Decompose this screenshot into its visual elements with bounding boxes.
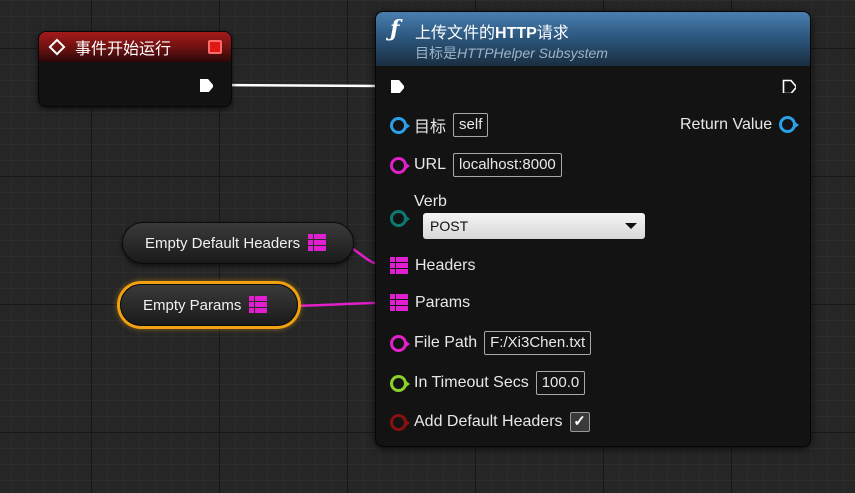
headers-label: Headers: [415, 257, 476, 274]
enum-pin-icon[interactable]: [390, 210, 410, 227]
exec-wire[interactable]: [215, 83, 394, 88]
empty-params-node[interactable]: Empty Params: [120, 284, 298, 326]
event-node-header[interactable]: 事件开始运行: [39, 32, 231, 62]
timeout-pin-row[interactable]: In Timeout Secs 100.0: [390, 371, 586, 395]
params-pin-row[interactable]: Params: [390, 294, 470, 312]
string-pin-icon[interactable]: [390, 334, 410, 352]
url-pin-row[interactable]: URL localhost:8000: [390, 153, 562, 177]
url-label: URL: [414, 156, 447, 173]
event-node-title: 事件开始运行: [75, 41, 172, 58]
add-default-headers-label: Add Default Headers: [414, 413, 563, 430]
empty-default-headers-label: Empty Default Headers: [145, 234, 301, 252]
object-pin-icon[interactable]: [390, 116, 410, 134]
map-pin-icon[interactable]: [390, 257, 408, 275]
return-value-label: Return Value: [680, 115, 773, 133]
target-value: self: [453, 113, 489, 137]
add-default-headers-pin-row[interactable]: Add Default Headers ✓: [390, 412, 590, 432]
function-node-header[interactable]: ƒ 上传文件的HTTP请求 目标是HTTPHelper Subsystem: [376, 12, 810, 66]
timeout-input[interactable]: 100.0: [535, 371, 586, 395]
empty-default-headers-node[interactable]: Empty Default Headers: [122, 222, 354, 264]
file-path-label: File Path: [414, 334, 478, 351]
object-pin-icon[interactable]: [779, 116, 800, 133]
map-pin-icon[interactable]: [308, 234, 327, 252]
verb-dropdown[interactable]: POST: [423, 213, 645, 239]
file-path-input[interactable]: F:/Xi3Chen.txt: [484, 331, 592, 355]
float-pin-icon[interactable]: [390, 374, 410, 392]
add-default-headers-checkbox[interactable]: ✓: [569, 412, 590, 432]
target-label: 目标: [414, 119, 447, 136]
upload-file-http-request-node[interactable]: ƒ 上传文件的HTTP请求 目标是HTTPHelper Subsystem 目标…: [375, 11, 811, 447]
headers-pin-row[interactable]: Headers: [390, 257, 475, 275]
url-input[interactable]: localhost:8000: [453, 153, 562, 177]
map-pin-icon[interactable]: [249, 296, 268, 314]
exec-out-icon[interactable]: [199, 78, 213, 92]
timeout-label: In Timeout Secs: [414, 374, 529, 391]
event-diamond-icon: [48, 38, 66, 56]
exec-in-icon[interactable]: [390, 79, 404, 93]
delegate-square-icon[interactable]: [208, 40, 222, 54]
return-value-pin-row[interactable]: Return Value: [680, 113, 800, 136]
string-pin-icon[interactable]: [390, 156, 410, 174]
file-path-pin-row[interactable]: File Path F:/Xi3Chen.txt: [390, 331, 592, 355]
verb-value: POST: [430, 218, 469, 234]
chevron-down-icon: [625, 223, 637, 229]
map-pin-icon[interactable]: [390, 294, 408, 312]
function-f-icon: ƒ: [390, 16, 400, 42]
target-pin-row[interactable]: 目标 self: [390, 113, 489, 137]
function-node-title: 上传文件的HTTP请求: [415, 25, 569, 42]
function-node-subtitle: 目标是HTTPHelper Subsystem: [415, 45, 608, 61]
verb-pin-label-row: Verb: [390, 193, 447, 211]
event-begin-play-node[interactable]: 事件开始运行: [38, 31, 232, 107]
bool-pin-icon[interactable]: [390, 413, 410, 431]
empty-params-label: Empty Params: [143, 296, 242, 314]
verb-label: Verb: [414, 193, 447, 210]
params-label: Params: [415, 294, 471, 311]
exec-out-icon[interactable]: [782, 79, 796, 93]
